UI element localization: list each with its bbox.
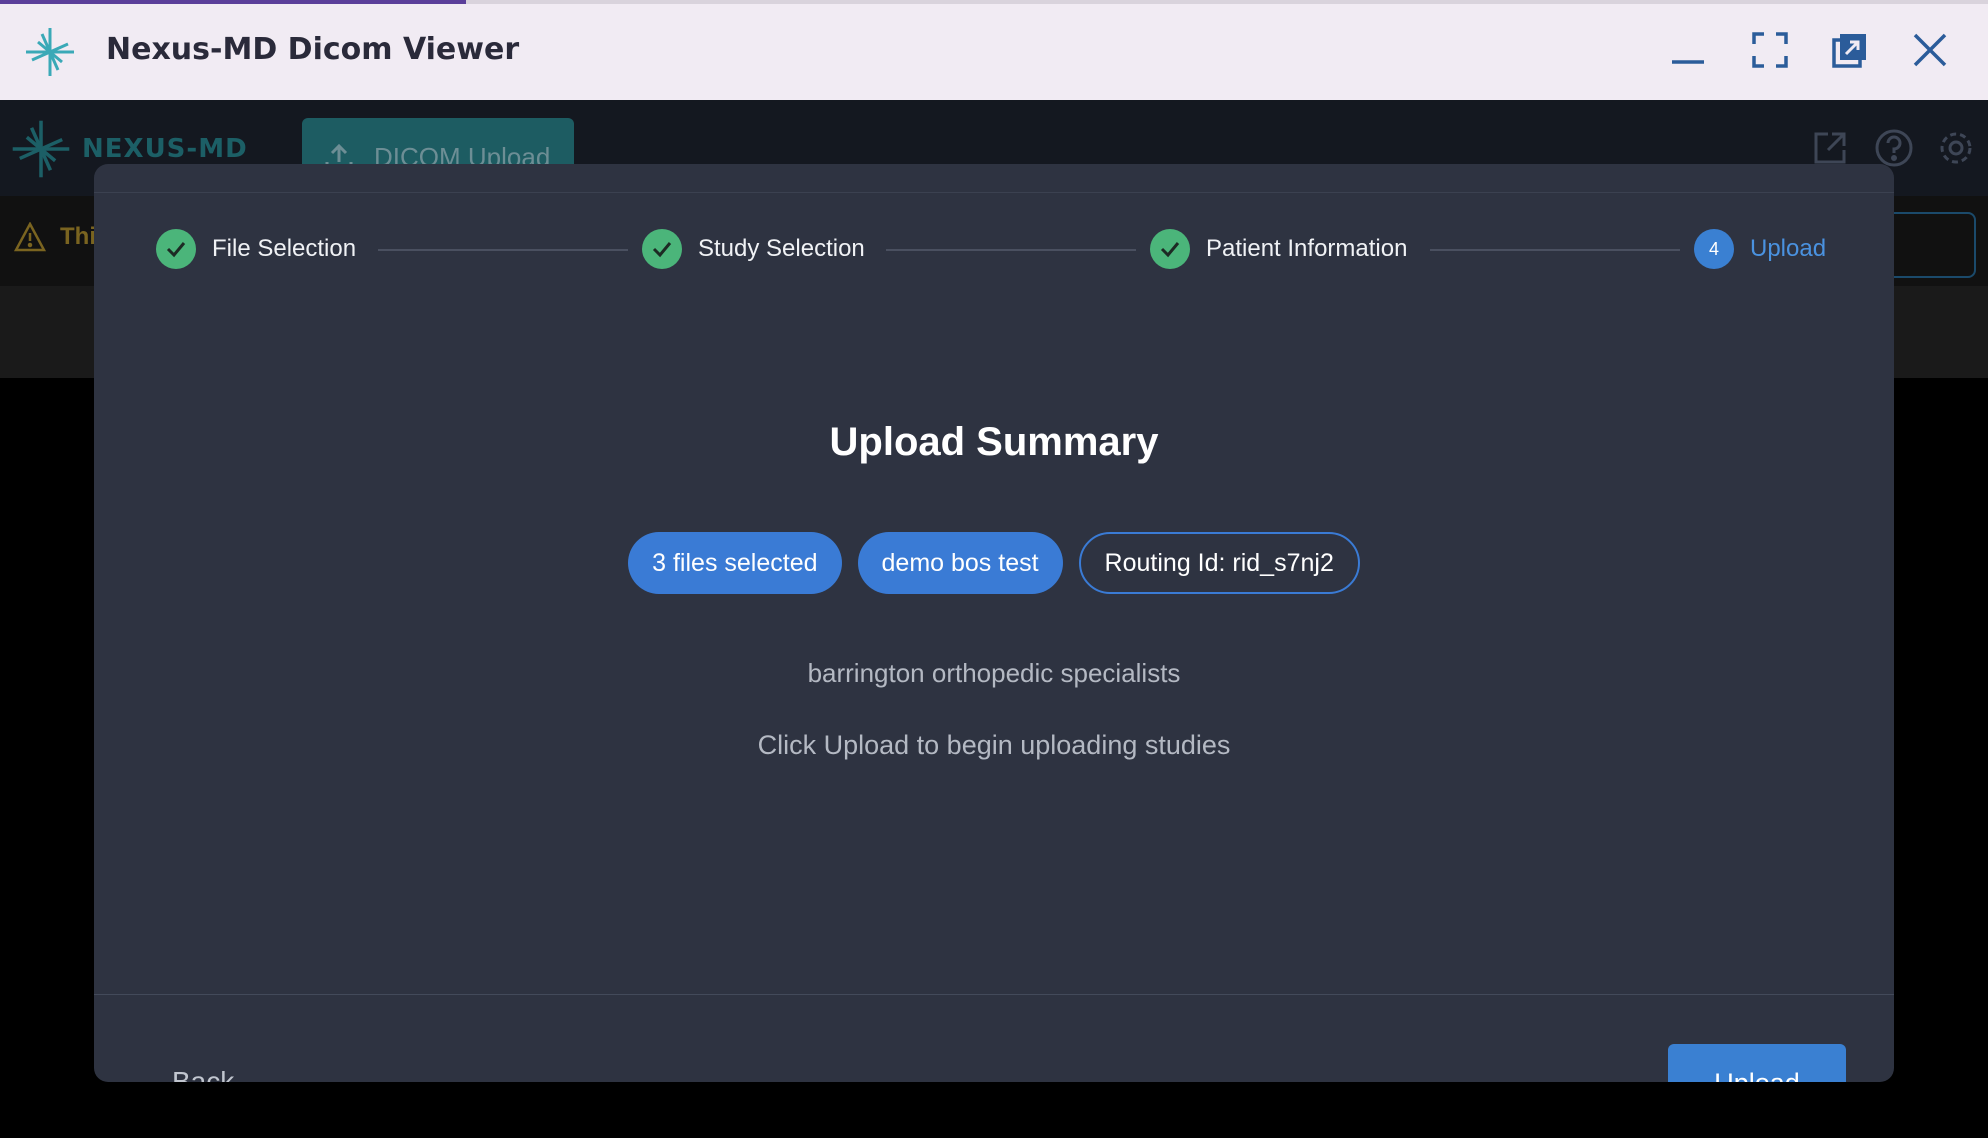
app-logo-text: NEXUS-MD — [82, 134, 248, 164]
step-label: File Selection — [212, 235, 357, 262]
organization-name: barrington orthopedic specialists — [807, 658, 1181, 688]
popout-window-icon — [1832, 34, 1866, 68]
modal-divider-bottom — [94, 994, 1894, 995]
check-icon — [166, 242, 186, 258]
check-icon — [652, 242, 672, 258]
fullscreen-button[interactable] — [1748, 28, 1792, 72]
summary-chips: 3 files selected demo bos test Routing I… — [94, 532, 1894, 594]
step-file-selection[interactable]: File Selection — [156, 226, 356, 272]
files-selected-chip: 3 files selected — [628, 532, 842, 594]
step-label: Patient Information — [1206, 235, 1408, 262]
check-icon — [1160, 242, 1180, 258]
step-complete-check-icon — [156, 229, 196, 269]
warning-message: Thi — [14, 222, 96, 252]
step-patient-information[interactable]: Patient Information — [1150, 226, 1407, 272]
loading-progress-track — [466, 0, 1988, 4]
step-connector — [1430, 249, 1680, 251]
step-complete-check-icon — [1150, 229, 1190, 269]
warning-text: Thi — [60, 223, 96, 250]
upload-modal: File Selection Study Selection Patient I… — [94, 164, 1894, 1082]
upload-stepper: File Selection Study Selection Patient I… — [156, 226, 1832, 272]
routing-id-chip: Routing Id: rid_s7nj2 — [1078, 532, 1360, 594]
help-icon[interactable] — [1874, 128, 1914, 168]
close-button[interactable] — [1908, 28, 1952, 72]
fullscreen-icon — [1752, 32, 1788, 68]
minimize-icon — [1672, 60, 1704, 64]
window-title: Nexus-MD Dicom Viewer — [106, 32, 520, 67]
study-name-chip: demo bos test — [857, 532, 1063, 594]
nexus-logo-icon — [12, 120, 70, 178]
step-connector — [378, 249, 628, 251]
back-button[interactable]: Back — [172, 1066, 234, 1082]
modal-divider-top — [94, 192, 1894, 193]
close-icon — [1913, 33, 1947, 67]
step-upload[interactable]: 4 Upload — [1694, 226, 1826, 272]
warning-icon — [14, 222, 46, 252]
settings-gear-icon[interactable] — [1936, 128, 1976, 168]
popout-button[interactable] — [1828, 28, 1872, 72]
upload-button[interactable]: Upload — [1668, 1044, 1846, 1082]
upload-hint: Click Upload to begin uploading studies — [757, 730, 1231, 760]
window-titlebar: Nexus-MD Dicom Viewer — [0, 0, 1988, 100]
minimize-button[interactable] — [1666, 28, 1710, 72]
loading-progress-bar — [0, 0, 466, 4]
step-label: Upload — [1750, 235, 1827, 262]
step-study-selection[interactable]: Study Selection — [642, 226, 865, 272]
step-number: 4 — [1694, 229, 1734, 269]
step-connector — [886, 249, 1136, 251]
step-label: Study Selection — [698, 235, 865, 262]
nexus-logo-icon — [26, 28, 74, 76]
step-complete-check-icon — [642, 229, 682, 269]
external-link-icon[interactable] — [1810, 128, 1850, 168]
upload-summary-title: Upload Summary — [829, 420, 1159, 464]
